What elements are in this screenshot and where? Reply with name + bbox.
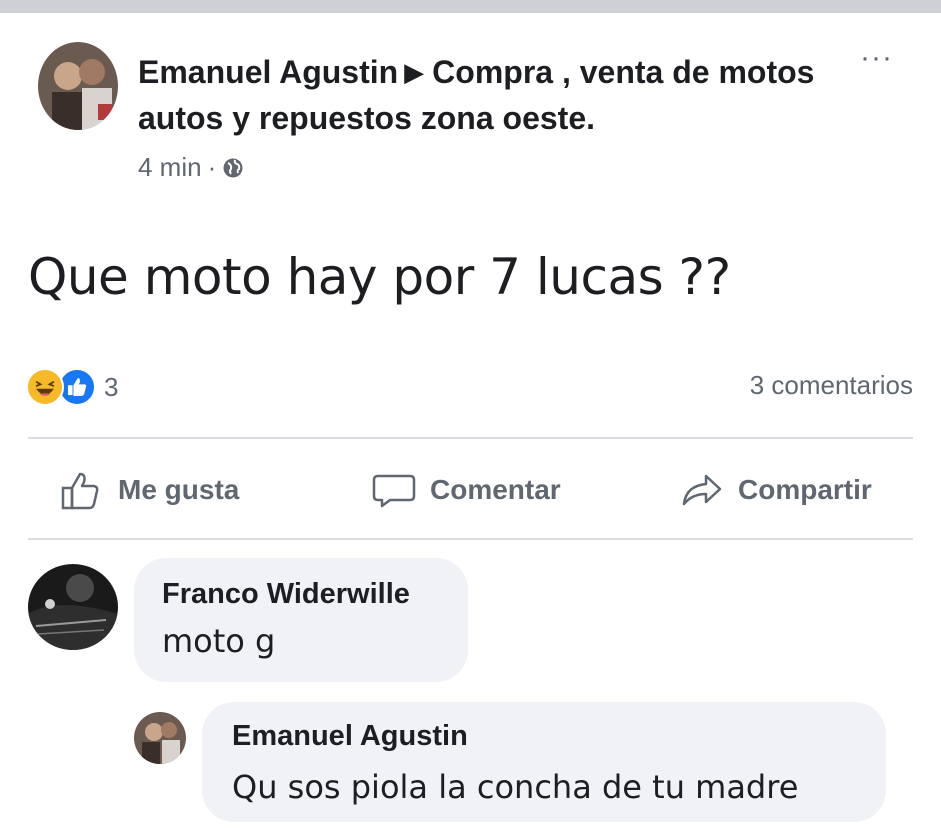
- reply-bubble: Emanuel Agustin Qu sos piola la concha d…: [202, 702, 886, 822]
- meta-separator: ·: [207, 152, 217, 182]
- reply-avatar-image: [134, 712, 186, 764]
- reaction-count: 3: [104, 371, 119, 402]
- comment-button[interactable]: Comentar: [372, 468, 561, 512]
- top-border-bar: [0, 0, 941, 13]
- divider-bottom: [28, 538, 913, 540]
- commenter-avatar-image: [28, 564, 118, 650]
- reply-avatar[interactable]: [134, 712, 186, 764]
- comment-bubble: Franco Widerwille moto g: [134, 558, 468, 682]
- globe-icon: [223, 158, 243, 177]
- share-button-label: Compartir: [738, 474, 872, 505]
- post-timestamp[interactable]: 4 min: [138, 152, 202, 183]
- arrow-right-icon: ▶: [404, 57, 425, 87]
- commenter-name-link[interactable]: Franco Widerwille: [162, 578, 410, 611]
- speech-bubble-icon: [372, 474, 416, 508]
- thumbs-up-icon: [61, 472, 99, 510]
- divider-top: [28, 437, 913, 439]
- commenter-avatar[interactable]: [28, 564, 118, 650]
- haha-icon: [26, 368, 64, 406]
- author-name-link[interactable]: Emanuel Agustin: [138, 54, 398, 90]
- reactions-summary[interactable]: 3: [26, 368, 118, 406]
- post-meta: 4 min ·: [138, 152, 244, 183]
- comments-count-link[interactable]: 3 comentarios: [750, 370, 913, 401]
- reply-author-name-link[interactable]: Emanuel Agustin: [232, 720, 468, 753]
- share-arrow-icon: [682, 474, 722, 506]
- more-options-button[interactable]: ···: [860, 43, 893, 73]
- like-button-label: Me gusta: [118, 474, 240, 505]
- reply-text: Qu sos piola la concha de tu madre: [232, 768, 799, 806]
- post-header: Emanuel Agustin ▶ Compra , venta de motos …: [138, 50, 858, 140]
- post-body-text: Que moto hay por 7 lucas ??: [28, 248, 731, 306]
- comment-button-label: Comentar: [430, 474, 561, 505]
- share-button[interactable]: Compartir: [680, 468, 872, 512]
- comment-text: moto g: [162, 622, 276, 660]
- author-avatar[interactable]: [38, 42, 118, 130]
- like-button[interactable]: Me gusta: [60, 468, 239, 512]
- author-avatar-image: [38, 42, 118, 130]
